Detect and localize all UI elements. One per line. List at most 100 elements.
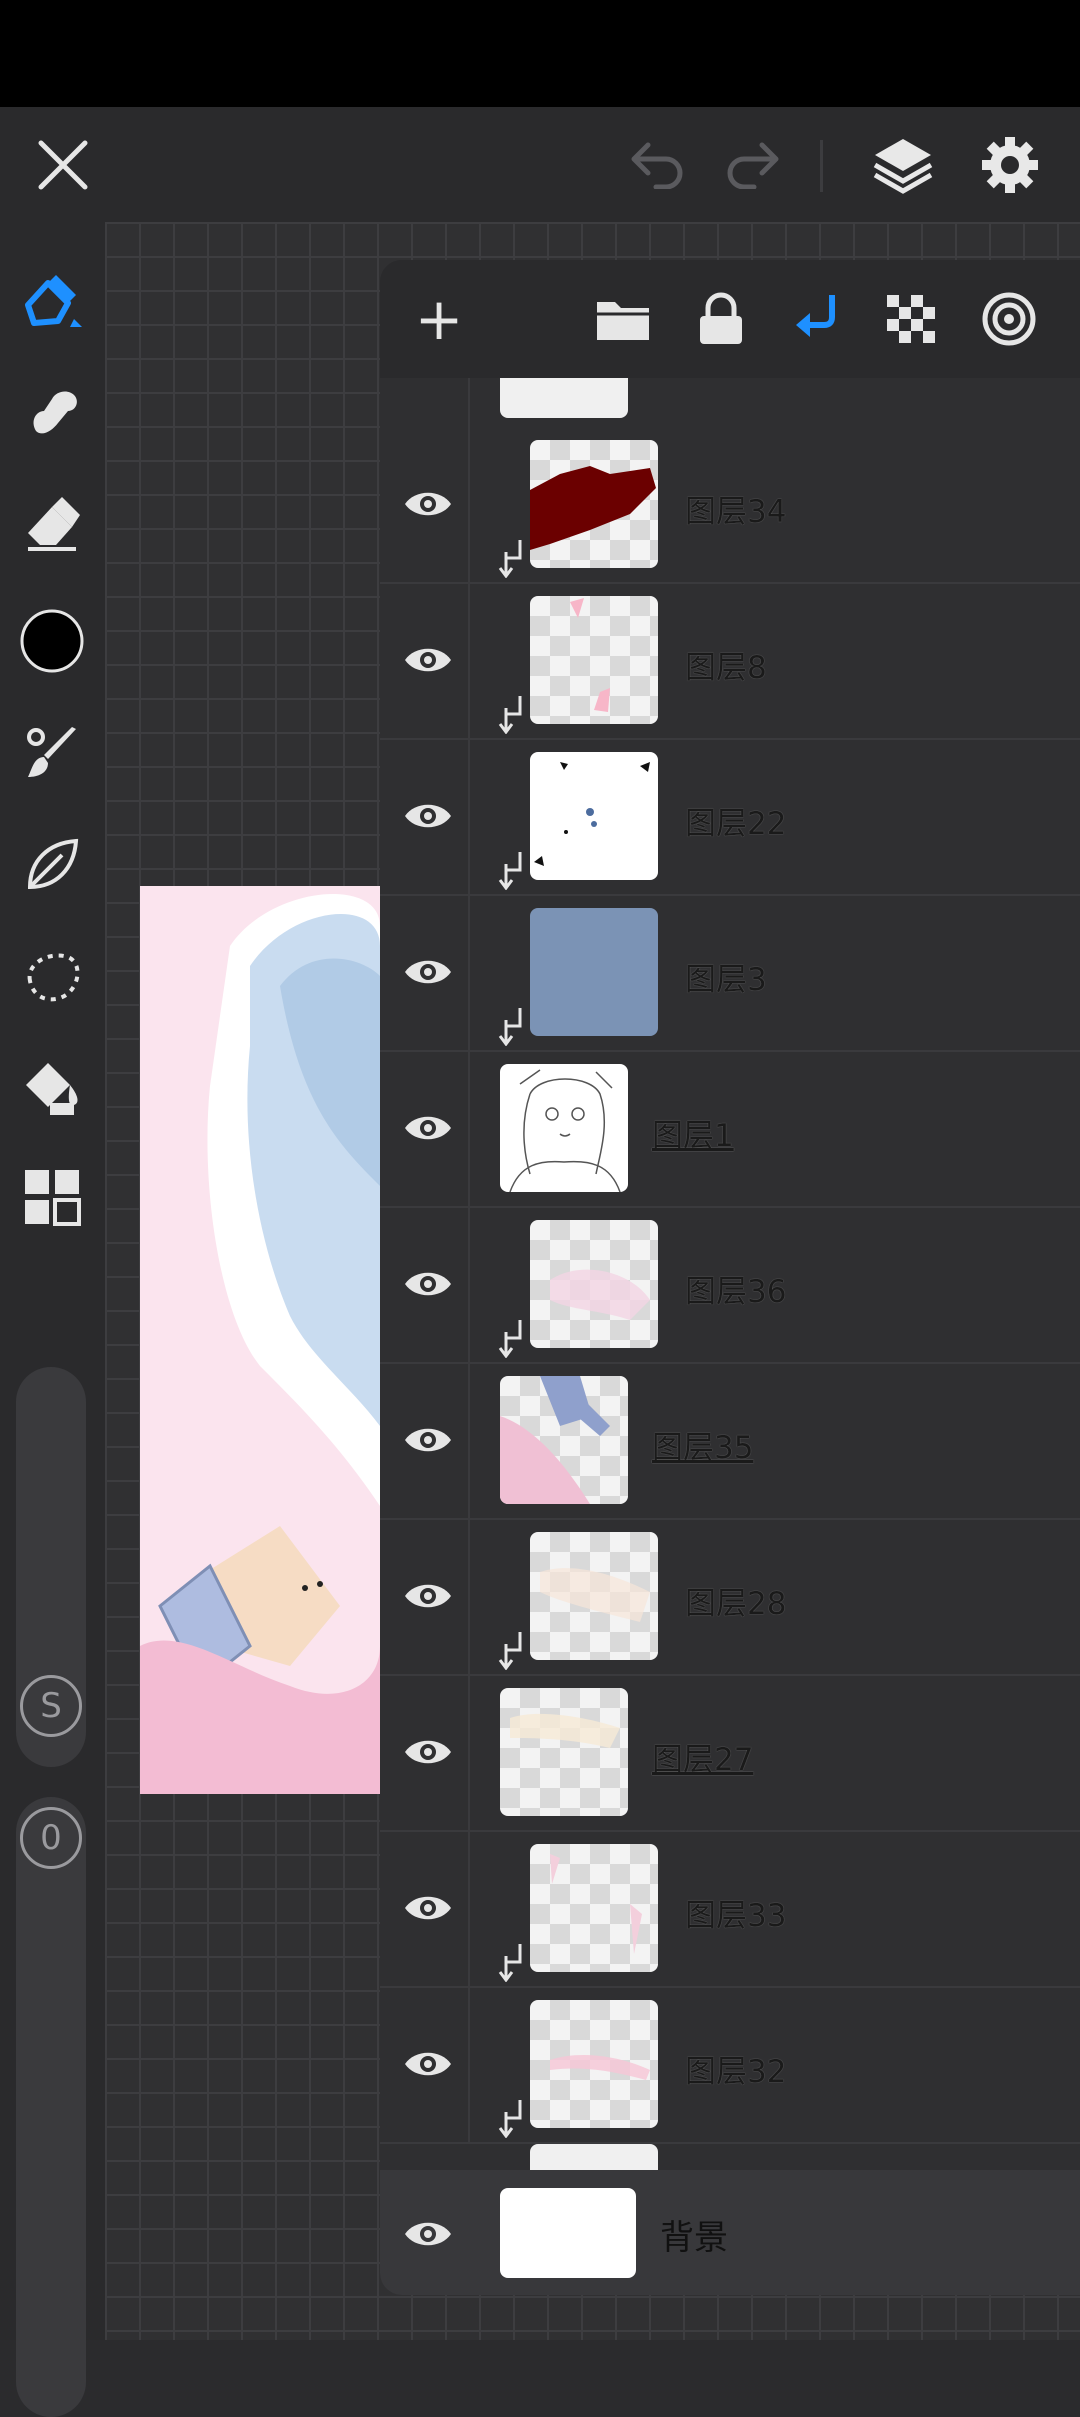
visibility-toggle[interactable] xyxy=(398,2208,458,2260)
eye-icon xyxy=(405,804,451,828)
eye-icon xyxy=(405,2052,451,2076)
layers-panel-header: + xyxy=(380,260,1080,378)
clip-indicator-icon xyxy=(498,540,522,578)
settings-button[interactable] xyxy=(972,127,1047,202)
visibility-toggle[interactable] xyxy=(398,1882,458,1934)
layer-row[interactable]: 图层28 xyxy=(380,1520,1080,1676)
visibility-toggle[interactable] xyxy=(398,1570,458,1622)
eye-icon xyxy=(405,492,451,516)
reference-layer-button[interactable] xyxy=(978,288,1040,350)
layer-name: 图层27 xyxy=(652,1742,754,1778)
visibility-toggle[interactable] xyxy=(398,1414,458,1466)
eye-icon xyxy=(405,1896,451,1920)
add-layer-button[interactable]: + xyxy=(408,288,470,350)
layer-thumbnail xyxy=(530,596,658,724)
close-button[interactable] xyxy=(25,127,100,202)
row-divider xyxy=(468,740,470,894)
clipping-mask-button[interactable] xyxy=(785,288,847,350)
undo-button[interactable] xyxy=(618,127,693,202)
artwork-canvas[interactable] xyxy=(140,886,380,1794)
clip-indicator-icon xyxy=(498,2100,522,2138)
eye-icon xyxy=(405,1584,451,1608)
visibility-toggle[interactable] xyxy=(398,1258,458,1310)
layer-preview xyxy=(550,2055,650,2080)
redo-icon xyxy=(727,142,778,189)
color-picker[interactable] xyxy=(15,604,89,678)
status-bar xyxy=(0,0,1080,107)
layers-list[interactable]: 图层34 图层8 图层22 图层3 图层1 图层36 图层35 图层28 图层2… xyxy=(380,378,1080,2178)
alpha-lock-button[interactable] xyxy=(880,288,942,350)
brush-size-slider[interactable]: S xyxy=(16,1367,86,1767)
layer-row[interactable]: 图层22 xyxy=(380,740,1080,896)
redo-button[interactable] xyxy=(716,127,791,202)
visibility-toggle[interactable] xyxy=(398,634,458,686)
toolbar-divider xyxy=(820,140,823,192)
layer-thumbnail xyxy=(530,908,658,1036)
size-label: S xyxy=(20,1675,82,1737)
row-divider xyxy=(468,428,470,582)
eye-icon xyxy=(405,1116,451,1140)
layer-preview xyxy=(550,1269,650,1320)
more-tools-button[interactable] xyxy=(15,1160,89,1234)
folder-icon xyxy=(597,302,649,340)
layer-row[interactable]: 图层27 xyxy=(380,1676,1080,1832)
layer-name: 图层22 xyxy=(685,806,787,842)
leaf-icon xyxy=(27,838,79,890)
layer-row[interactable]: 图层34 xyxy=(380,428,1080,584)
layer-preview xyxy=(530,466,656,550)
clip-indicator-icon xyxy=(498,1320,522,1358)
background-color-swatch[interactable] xyxy=(500,2188,636,2278)
fill-tool[interactable] xyxy=(15,1050,89,1124)
visibility-toggle[interactable] xyxy=(398,1102,458,1154)
layer-preview xyxy=(534,762,650,866)
paint-brush-icon xyxy=(27,727,76,777)
smudge-tool[interactable] xyxy=(15,374,89,448)
clip-arrow-icon xyxy=(796,295,835,337)
layers-button[interactable] xyxy=(865,127,940,202)
brush-tool[interactable] xyxy=(15,264,89,338)
smudge-icon xyxy=(33,391,77,434)
top-toolbar xyxy=(0,107,1080,222)
stabilizer-tool[interactable] xyxy=(15,828,89,902)
eye-icon xyxy=(405,1272,451,1296)
left-toolbar: S 0 xyxy=(0,222,105,2417)
layer-preview xyxy=(510,1713,620,1748)
clip-indicator-icon xyxy=(498,1632,522,1670)
layer-name: 图层32 xyxy=(685,2054,787,2090)
row-divider xyxy=(468,1364,470,1518)
lasso-tool[interactable] xyxy=(15,940,89,1014)
layer-thumbnail xyxy=(500,1064,628,1192)
visibility-toggle[interactable] xyxy=(398,478,458,530)
row-divider xyxy=(468,1520,470,1674)
layer-row[interactable]: 图层35 xyxy=(380,1364,1080,1520)
layer-row[interactable]: 图层32 xyxy=(380,1988,1080,2144)
layer-row[interactable]: 图层3 xyxy=(380,896,1080,1052)
background-layer-row[interactable]: 背景 xyxy=(380,2170,1080,2295)
visibility-toggle[interactable] xyxy=(398,1726,458,1778)
visibility-toggle[interactable] xyxy=(398,790,458,842)
eraser-tool[interactable] xyxy=(15,486,89,560)
layer-row[interactable]: 图层8 xyxy=(380,584,1080,740)
layer-preview xyxy=(540,1568,650,1622)
eye-icon xyxy=(405,1740,451,1764)
paint-brush-tool[interactable] xyxy=(15,716,89,790)
layer-row[interactable]: 图层1 xyxy=(380,1052,1080,1208)
layer-preview xyxy=(570,598,610,712)
visibility-toggle[interactable] xyxy=(398,2038,458,2090)
layer-row[interactable]: 图层33 xyxy=(380,1832,1080,1988)
layer-name: 图层3 xyxy=(685,962,767,998)
eraser-icon xyxy=(28,497,80,551)
eye-icon xyxy=(405,648,451,672)
background-layer-name: 背景 xyxy=(660,2218,728,2258)
eye-icon xyxy=(405,960,451,984)
row-divider xyxy=(468,378,470,428)
group-layer-button[interactable] xyxy=(592,288,654,350)
opacity-slider[interactable]: 0 xyxy=(16,1797,86,2417)
layer-row[interactable]: 图层36 xyxy=(380,1208,1080,1364)
target-icon xyxy=(982,292,1036,346)
layers-icon xyxy=(873,138,932,194)
visibility-toggle[interactable] xyxy=(398,946,458,998)
row-divider xyxy=(468,584,470,738)
layer-name: 图层28 xyxy=(685,1586,787,1622)
lock-layer-button[interactable] xyxy=(690,288,752,350)
